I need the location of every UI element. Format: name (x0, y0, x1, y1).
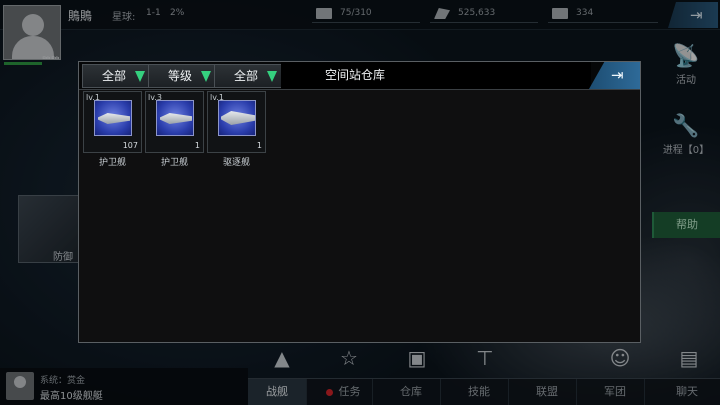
dropdown-arrow-icon (135, 71, 145, 82)
dropdown-arrow-icon (267, 71, 277, 82)
ship-icon (221, 111, 255, 125)
dialog-close-button[interactable]: ⇥ (589, 62, 640, 89)
filter-level-dropdown[interactable]: 等级 (148, 64, 216, 88)
dialog-title: 空间站仓库 (281, 62, 591, 89)
filter-level-label: 等级 (168, 69, 193, 83)
item-count: 1 (194, 141, 200, 150)
ship-icon (98, 113, 130, 124)
item-slot[interactable]: lv.3 1 (145, 91, 204, 153)
filter-all-label: 全部 (234, 69, 259, 83)
ship-icon (160, 113, 192, 124)
filter-type-label: 全部 (102, 69, 127, 83)
filter-all-dropdown[interactable]: 全部 (214, 64, 282, 88)
item-slot[interactable]: lv.1 107 (83, 91, 142, 153)
item-count: 107 (122, 141, 138, 150)
item-name: 护卫舰 (160, 158, 188, 168)
item-count: 1 (256, 141, 262, 150)
item-name: 驱逐舰 (222, 158, 250, 168)
ship-thumbnail (94, 100, 132, 136)
ship-thumbnail (156, 100, 194, 136)
ship-thumbnail (218, 100, 256, 136)
item-name: 护卫舰 (98, 158, 126, 168)
filter-type-dropdown[interactable]: 全部 (82, 64, 150, 88)
dropdown-arrow-icon (201, 71, 211, 82)
dialog-header: 全部 等级 全部 空间站仓库 ⇥ (79, 62, 640, 90)
exit-icon: ⇥ (611, 66, 624, 84)
item-slot[interactable]: lv.1 1 (207, 91, 266, 153)
warehouse-dialog: 全部 等级 全部 空间站仓库 ⇥ lv.1 107 护卫舰 lv.3 1 护卫舰 (78, 61, 641, 343)
